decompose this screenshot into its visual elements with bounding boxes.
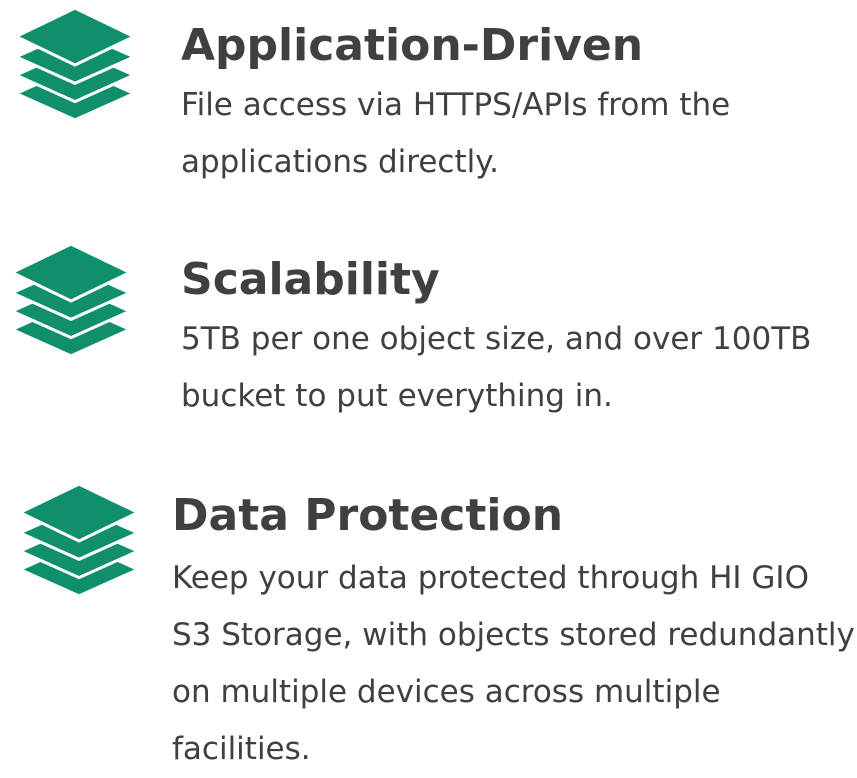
stacked-layers-icon xyxy=(18,480,140,602)
feature-description: Keep your data protected through HI GIO … xyxy=(172,560,855,767)
stacked-layers-icon xyxy=(14,4,136,126)
feature-title: Scalability xyxy=(181,254,440,305)
stacked-layers-icon xyxy=(10,240,132,362)
feature-description: File access via HTTPS/APIs from the appl… xyxy=(181,87,731,180)
feature-description: 5TB per one object size, and over 100TB … xyxy=(181,321,812,414)
feature-title: Data Protection xyxy=(172,490,564,541)
feature-title: Application-Driven xyxy=(181,20,644,71)
